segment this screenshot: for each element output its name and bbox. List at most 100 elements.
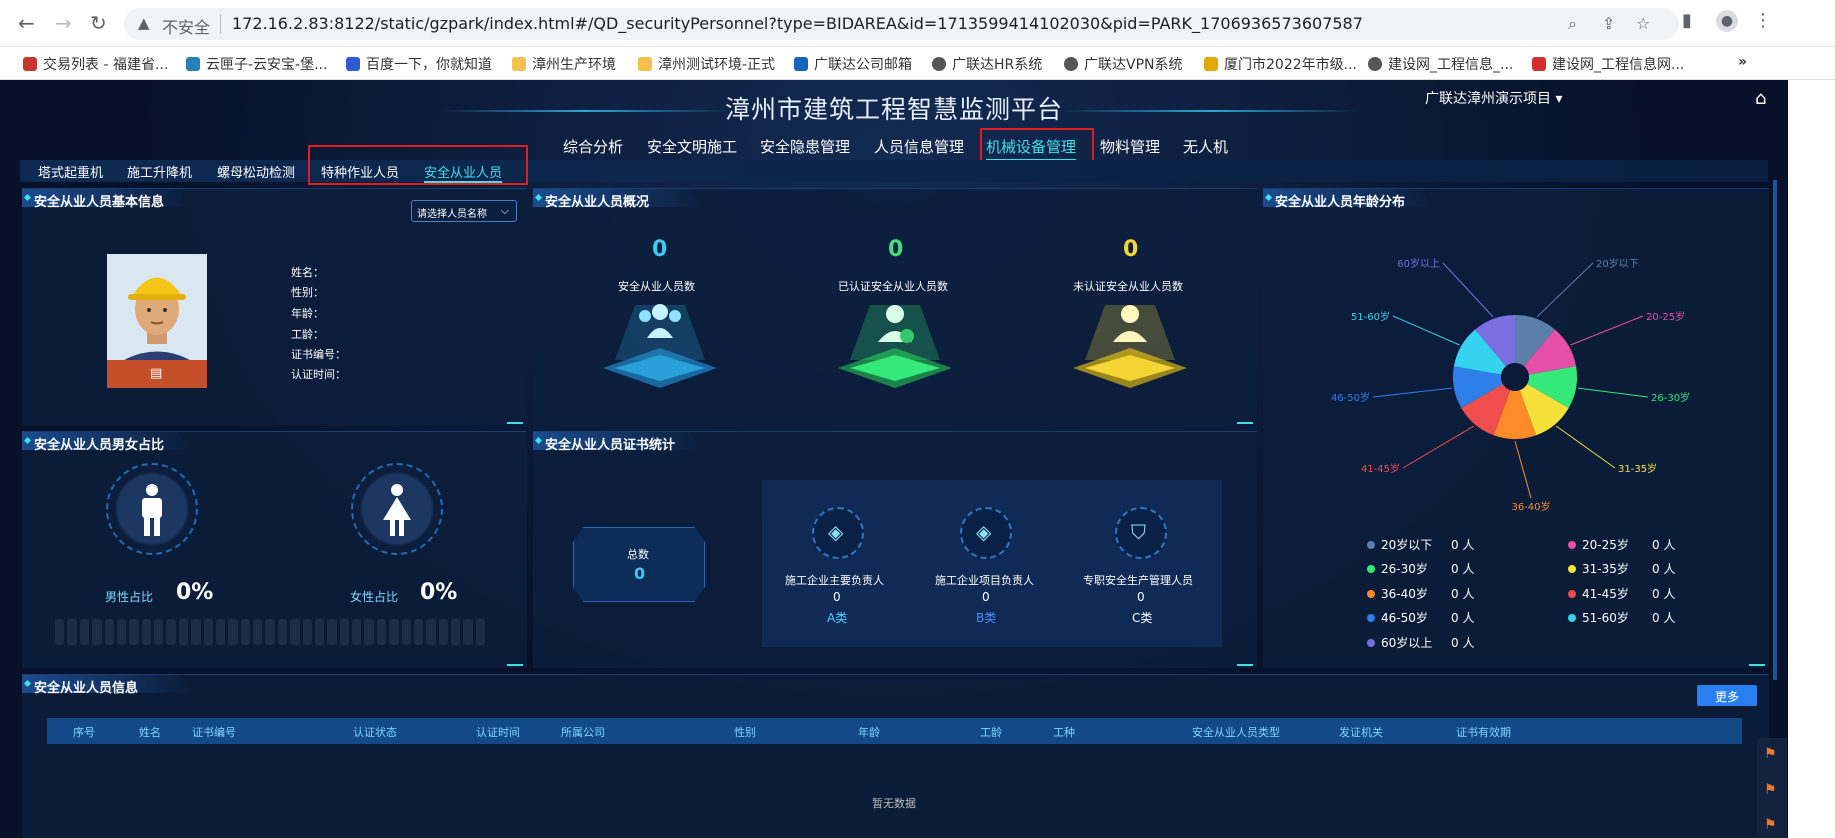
- cert-total-box: 总数 0: [573, 527, 705, 602]
- bookmark-item[interactable]: 广联达VPN系统: [1064, 54, 1183, 74]
- pie-center: [1501, 363, 1529, 391]
- age-legend-item[interactable]: 36-40岁 0 人: [1367, 585, 1474, 602]
- highlight-box: [308, 145, 528, 185]
- pie-leader-line: [1514, 440, 1532, 499]
- zoom-icon[interactable]: ⌕: [1568, 14, 1577, 34]
- chevron-down-icon: ▾: [1555, 91, 1563, 107]
- cert-a-ring: ◈: [812, 507, 864, 559]
- bookmark-item[interactable]: 广联达HR系统: [932, 54, 1042, 74]
- age-legend-item[interactable]: 20岁以下 0 人: [1367, 536, 1474, 553]
- age-legend-item[interactable]: 51-60岁 0 人: [1568, 609, 1675, 626]
- menu-dots-icon[interactable]: ⋮: [1754, 10, 1772, 31]
- column-header[interactable]: 序号: [73, 724, 95, 740]
- bookmark-item[interactable]: 建设网_工程信息_...: [1368, 54, 1513, 74]
- legend-count: 0 人: [1451, 611, 1475, 625]
- table-panel: 安全从业人员信息: [22, 674, 1769, 838]
- panel-title: 安全从业人员基本信息: [34, 195, 165, 210]
- panel-corner: [507, 422, 523, 424]
- bookmark-item[interactable]: 百度一下，你就知道: [346, 54, 492, 74]
- address-bar[interactable]: ▲ 不安全 172.16.2.83:8122/static/gzpark/ind…: [124, 8, 1679, 40]
- nav-personnel-info[interactable]: 人员信息管理: [874, 136, 964, 157]
- bookmark-item[interactable]: 漳州测试环境-正式: [638, 54, 775, 74]
- male-ratio-value: 0%: [176, 580, 214, 605]
- globe-icon: [1064, 57, 1078, 71]
- star-icon[interactable]: ☆: [1636, 14, 1650, 33]
- age-legend-item[interactable]: 46-50岁 0 人: [1367, 609, 1474, 626]
- flag-icon[interactable]: ⚑: [1764, 746, 1777, 762]
- nav-drone[interactable]: 无人机: [1183, 136, 1228, 157]
- reload-icon[interactable]: ↻: [90, 12, 107, 34]
- cert-a-count: 0: [833, 590, 841, 604]
- column-header[interactable]: 证书有效期: [1456, 724, 1511, 740]
- bookmark-item[interactable]: 云匣子-云安宝-堡...: [186, 54, 327, 74]
- tab-tower-crane[interactable]: 塔式起重机: [38, 162, 103, 181]
- cert-b-class: B类: [976, 611, 997, 625]
- legend-count: 0 人: [1652, 611, 1676, 625]
- age-legend-item[interactable]: 41-45岁 0 人: [1568, 585, 1675, 602]
- profile-avatar-icon[interactable]: ●: [1716, 10, 1738, 32]
- pie-label: 60岁以上: [1397, 257, 1440, 270]
- column-header[interactable]: 所属公司: [561, 724, 605, 740]
- column-header[interactable]: 工种: [1053, 724, 1075, 740]
- back-icon[interactable]: ←: [18, 12, 35, 34]
- sidepanel-icon[interactable]: ▮: [1682, 10, 1692, 31]
- share-icon[interactable]: ⇪: [1602, 14, 1615, 33]
- column-header[interactable]: 年龄: [858, 724, 880, 740]
- column-header[interactable]: 认证时间: [476, 724, 520, 740]
- flag-icon[interactable]: ⚑: [1764, 782, 1777, 798]
- column-header[interactable]: 发证机关: [1339, 724, 1383, 740]
- age-legend-item[interactable]: 31-35岁 0 人: [1568, 560, 1675, 577]
- column-header[interactable]: 姓名: [139, 724, 161, 740]
- pie-label: 41-45岁: [1361, 462, 1400, 475]
- age-legend-item[interactable]: 20-25岁 0 人: [1568, 536, 1675, 553]
- age-legend-item[interactable]: 26-30岁 0 人: [1367, 560, 1474, 577]
- column-header[interactable]: 安全从业人员类型: [1192, 724, 1280, 740]
- female-ratio-value: 0%: [420, 580, 458, 605]
- vertical-scrollbar[interactable]: [1773, 180, 1777, 680]
- tab-hoist[interactable]: 施工升降机: [127, 162, 192, 181]
- female-ratio-label: 女性占比: [350, 590, 399, 604]
- cert-total-label: 总数: [627, 548, 649, 561]
- nav-materials[interactable]: 物料管理: [1100, 136, 1160, 157]
- column-header[interactable]: 性别: [734, 724, 756, 740]
- column-header[interactable]: 工龄: [980, 724, 1002, 740]
- nav-civilized-construction[interactable]: 安全文明施工: [647, 136, 737, 157]
- tab-nut-detection[interactable]: 螺母松动检测: [217, 162, 295, 181]
- bookmark-item[interactable]: 建设网_工程信息网...: [1532, 54, 1684, 74]
- column-header[interactable]: 证书编号: [192, 724, 236, 740]
- legend-dot-icon: [1568, 590, 1576, 598]
- more-button[interactable]: 更多: [1697, 685, 1757, 706]
- panel-title: 安全从业人员年龄分布: [1275, 195, 1406, 210]
- url-text[interactable]: 172.16.2.83:8122/static/gzpark/index.htm…: [232, 14, 1363, 33]
- home-icon[interactable]: ⌂: [1755, 88, 1766, 109]
- legend-label: 31-35岁: [1582, 562, 1629, 576]
- bookmark-item[interactable]: 厦门市2022年市级...: [1204, 54, 1357, 74]
- nav-overview[interactable]: 综合分析: [563, 136, 623, 157]
- column-header[interactable]: 认证状态: [353, 724, 397, 740]
- field-cert-no-label: 证书编号：: [291, 348, 346, 361]
- bookmark-item[interactable]: 广联达公司邮箱: [794, 54, 912, 74]
- outlook-icon: [794, 57, 808, 71]
- bookmark-favicon-icon: [23, 57, 37, 71]
- pie-leader-line: [1392, 315, 1460, 346]
- warning-icon[interactable]: ▲: [138, 14, 150, 32]
- bookmark-item[interactable]: 交易列表 - 福建省...: [23, 54, 168, 74]
- legend-count: 0 人: [1652, 587, 1676, 601]
- legend-dot-icon: [1367, 541, 1375, 549]
- nav-hazard-management[interactable]: 安全隐患管理: [760, 136, 850, 157]
- project-selector[interactable]: 广联达漳州演示项目 ▾: [1425, 88, 1562, 108]
- id-card-icon: ▤: [150, 366, 163, 381]
- cert-c-count: 0: [1137, 590, 1145, 604]
- age-legend-item[interactable]: 60岁以上 0 人: [1367, 634, 1474, 651]
- insecure-label[interactable]: 不安全: [162, 14, 210, 38]
- legend-label: 41-45岁: [1582, 587, 1629, 601]
- bookmark-item[interactable]: 漳州生产环境: [512, 54, 616, 74]
- panel-corner: [1237, 664, 1253, 666]
- panel-title: 安全从业人员概况: [545, 195, 650, 210]
- more-bookmarks-icon[interactable]: »: [1738, 54, 1747, 70]
- pie-label: 20岁以下: [1596, 257, 1639, 270]
- flag-icon[interactable]: ⚑: [1764, 817, 1777, 833]
- legend-dot-icon: [1367, 614, 1375, 622]
- forward-icon[interactable]: →: [55, 12, 72, 34]
- person-select[interactable]: 请选择人员名称 ⌵: [411, 200, 517, 222]
